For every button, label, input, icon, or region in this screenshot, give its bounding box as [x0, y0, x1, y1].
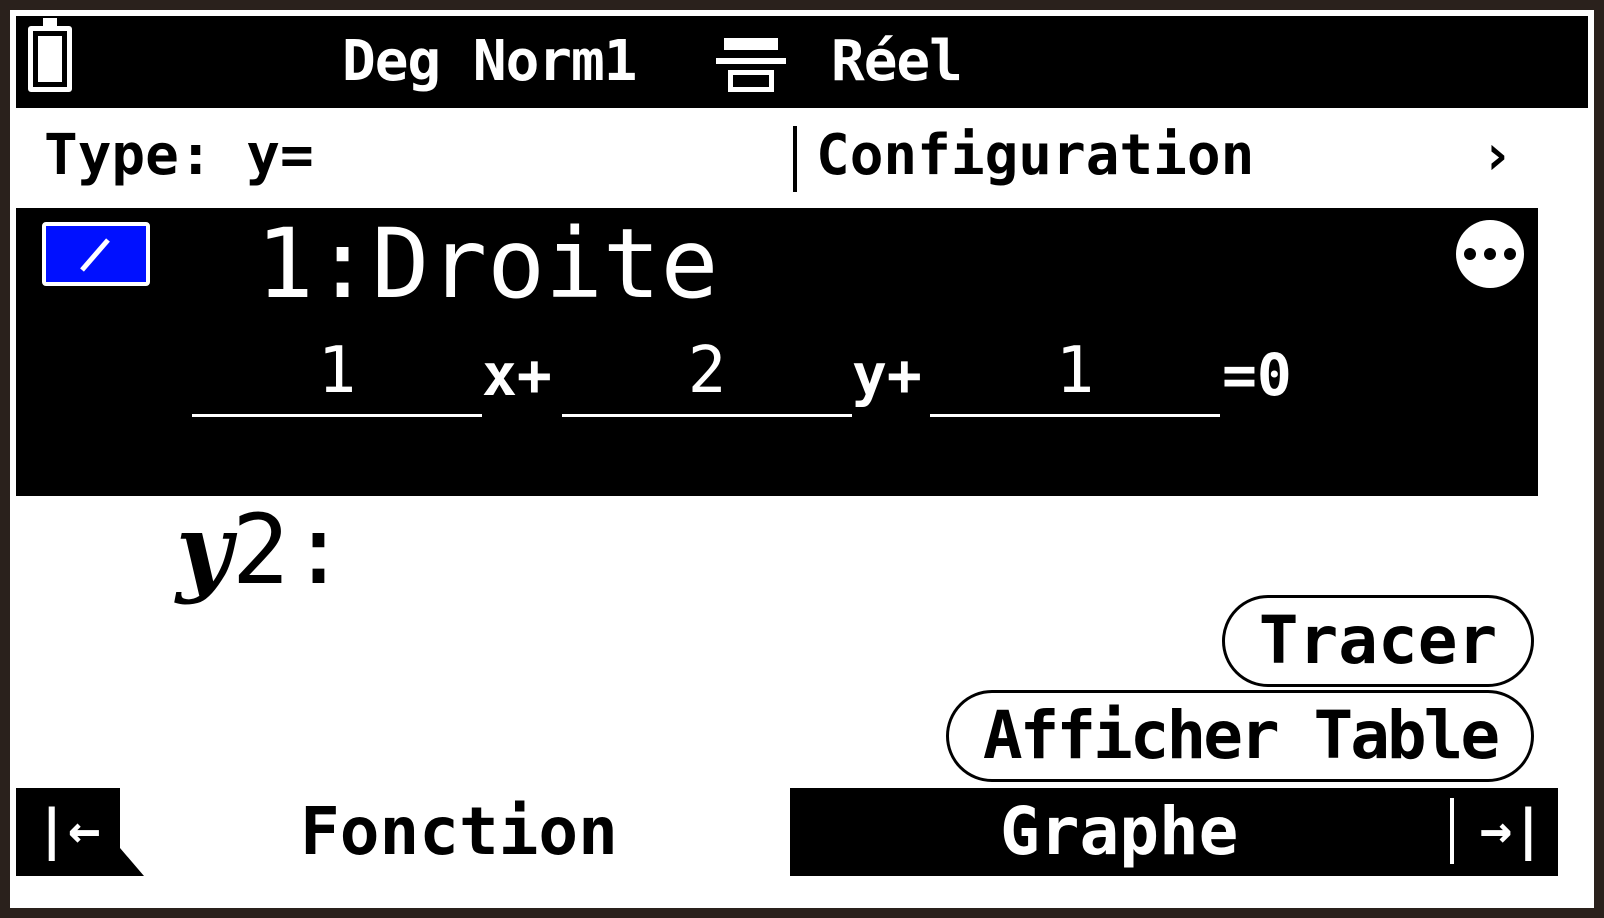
type-selector[interactable]: Type: y=: [44, 124, 314, 188]
show-table-button[interactable]: Afficher Table: [946, 690, 1534, 782]
menu-divider: [793, 126, 797, 192]
tab-graph-label: Graphe: [1000, 793, 1239, 870]
type-menu-row: Type: y= Configuration ›: [16, 108, 1588, 208]
graph-enabled-checkbox-icon[interactable]: [42, 222, 150, 286]
chevron-right-icon[interactable]: ›: [1480, 124, 1514, 188]
coefficient-y-input[interactable]: 2: [562, 334, 852, 417]
function-label-y2: y2:: [176, 493, 348, 606]
display-format-icon: [716, 34, 786, 94]
x-term-label: x+: [482, 341, 552, 409]
number-mode-indicator: Réel: [831, 29, 963, 94]
battery-icon: [28, 18, 72, 92]
nav-divider: [1450, 798, 1454, 864]
calculator-screen: Deg Norm1 Réel Type: y= Configuration › …: [10, 10, 1594, 908]
more-options-icon[interactable]: [1456, 220, 1524, 288]
nav-first-icon[interactable]: |←: [16, 788, 144, 876]
trace-button[interactable]: Tracer: [1222, 595, 1534, 687]
tab-function-label: Fonction: [300, 793, 618, 870]
constant-input[interactable]: 1: [930, 334, 1220, 417]
bottom-navigation: |← Fonction Graphe →|: [16, 788, 1588, 908]
coefficient-x-input[interactable]: 1: [192, 334, 482, 417]
function-label: 1:Droite: [256, 208, 719, 320]
tab-function[interactable]: |← Fonction: [16, 788, 788, 884]
y-term-label: y+: [852, 341, 922, 409]
tab-graph[interactable]: Graphe →|: [790, 788, 1558, 876]
function-row-2[interactable]: y2:: [16, 493, 1538, 606]
angle-mode-indicator: Deg Norm1: [342, 29, 637, 94]
function-row-1[interactable]: 1:Droite 1 x+ 2 y+ 1 =0: [16, 208, 1538, 496]
configuration-menu[interactable]: Configuration: [816, 124, 1254, 188]
nav-last-icon[interactable]: →|: [1472, 788, 1552, 876]
equals-zero-label: =0: [1222, 341, 1292, 409]
status-bar: Deg Norm1 Réel: [16, 16, 1588, 108]
